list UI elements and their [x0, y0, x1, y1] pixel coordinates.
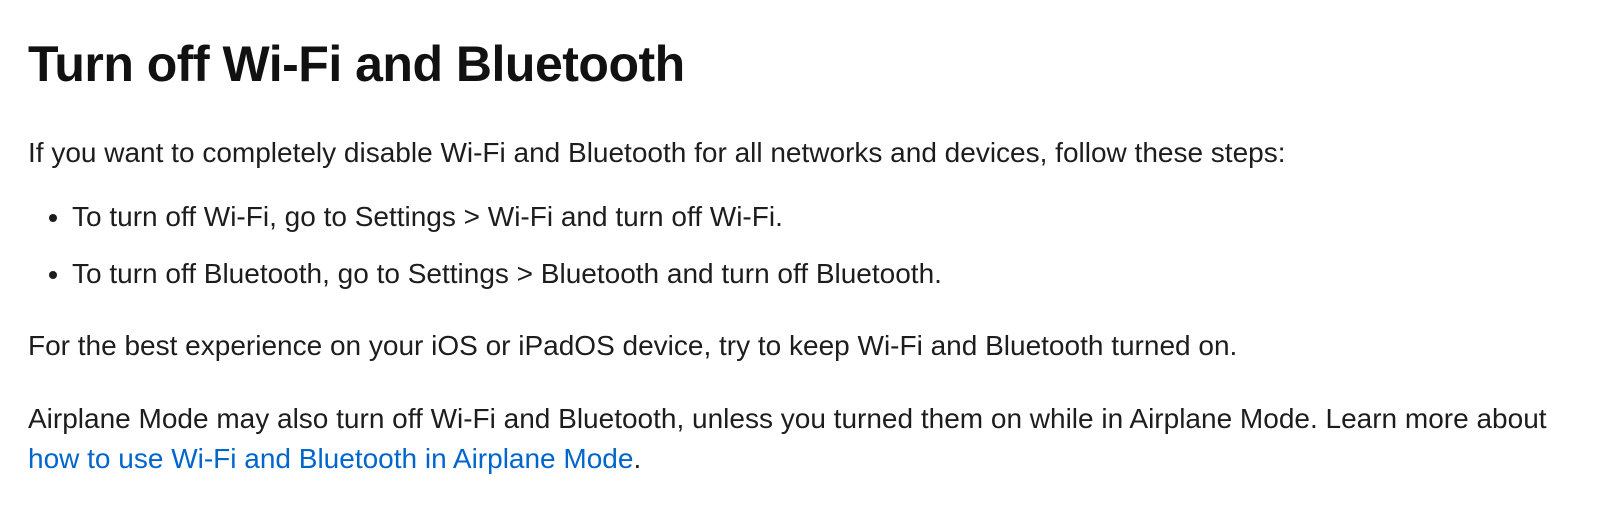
section-heading: Turn off Wi-Fi and Bluetooth	[28, 28, 1572, 101]
airplane-paragraph: Airplane Mode may also turn off Wi-Fi an…	[28, 399, 1572, 480]
airplane-suffix: .	[633, 443, 641, 474]
steps-list: To turn off Wi-Fi, go to Settings > Wi-F…	[28, 197, 1572, 294]
airplane-prefix: Airplane Mode may also turn off Wi-Fi an…	[28, 403, 1547, 434]
recommendation-paragraph: For the best experience on your iOS or i…	[28, 326, 1572, 367]
list-item: To turn off Wi-Fi, go to Settings > Wi-F…	[72, 197, 1572, 238]
list-item: To turn off Bluetooth, go to Settings > …	[72, 254, 1572, 295]
airplane-mode-link[interactable]: how to use Wi-Fi and Bluetooth in Airpla…	[28, 443, 633, 474]
intro-paragraph: If you want to completely disable Wi-Fi …	[28, 133, 1572, 174]
